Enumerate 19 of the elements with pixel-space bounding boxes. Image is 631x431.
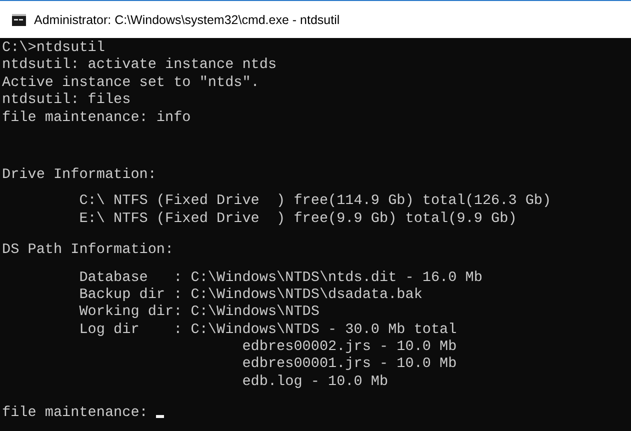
console-line: C:\ NTFS (Fixed Drive ) free(114.9 Gb) total(126.3 Gb) — [78, 193, 552, 210]
console-line: edbres00002.jrs - 10.0 Mb — [241, 339, 457, 356]
console-line: Active instance set to "ntds". — [2, 74, 260, 91]
console-line: file maintenance: info — [2, 110, 191, 126]
console-line: DS Path Information: — [2, 242, 174, 258]
console-line: ntdsutil: files — [2, 92, 131, 108]
console-line: Working dir: C:\Windows\NTDS — [78, 304, 320, 320]
console-icon — [12, 14, 26, 26]
console-line: file maintenance: — [2, 405, 149, 422]
console-line: Log dir : C:\Windows\NTDS - 30.0 Mb total — [78, 322, 457, 338]
console-line: edb.log - 10.0 Mb — [241, 374, 388, 390]
window-title: Administrator: C:\Windows\system32\cmd.exe - ntdsutil — [34, 12, 340, 26]
console-line: C:\>ntdsutil — [2, 40, 105, 56]
console-line: E:\ NTFS (Fixed Drive ) free(9.9 Gb) total(9.9 Gb) — [78, 210, 517, 227]
console-line: Database : C:\Windows\NTDS\ntds.dit - 16.0 Mb — [78, 270, 482, 286]
console-line: ntdsutil: activate instance ntds — [2, 57, 277, 74]
console-line: Drive Information: — [2, 166, 156, 183]
console-line: Backup dir : C:\Windows\NTDS\dsadata.bak — [78, 286, 422, 303]
console-line: edbres00001.jrs - 10.0 Mb — [241, 356, 457, 372]
